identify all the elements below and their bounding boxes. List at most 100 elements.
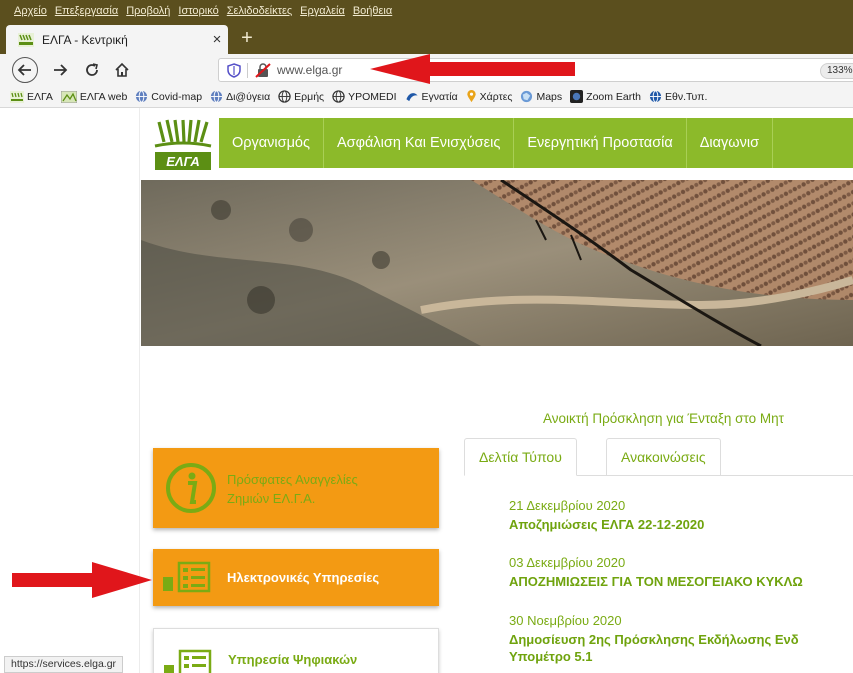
bookmark-label: Zoom Earth: [586, 90, 642, 103]
recent-damage-reports-card[interactable]: Πρόσφατες Αναγγελίες Ζημιών ΕΛ.Γ.Α.: [153, 448, 439, 528]
bookmark-label: YPOMEDI: [348, 90, 397, 103]
news-tabs: Δελτία Τύπου Ανακοινώσεις: [464, 438, 853, 476]
bookmark-label: Covid-map: [151, 90, 203, 103]
menu-view[interactable]: Προβολή: [126, 5, 170, 17]
forward-arrow-icon: [54, 64, 68, 76]
card-line2: Ζημιών ΕΛ.Γ.Α.: [227, 491, 316, 506]
status-bar-link: https://services.elga.gr: [4, 656, 124, 673]
news-date: 30 Νοεμβρίου 2020: [509, 613, 622, 628]
url-separator: [247, 63, 248, 78]
elga-favicon-icon: [18, 32, 34, 47]
news-headline[interactable]: Αποζημιώσεις ΕΛΓΑ 22-12-2020: [509, 516, 704, 533]
news-item[interactable]: 30 Νοεμβρίου 2020 Δημοσίευση 2ης Πρόσκλη…: [509, 613, 799, 665]
globe-icon: [649, 90, 662, 103]
bookmark-covid-map[interactable]: Covid-map: [135, 90, 202, 103]
tab-press-releases[interactable]: Δελτία Τύπου: [464, 438, 577, 476]
bookmark-diavgeia[interactable]: Δι@ύγεια: [210, 90, 270, 103]
bookmark-ethn-typ[interactable]: Εθν.Τυπ.: [649, 90, 707, 103]
menu-history[interactable]: Ιστορικό: [178, 5, 218, 17]
bookmark-label: Εγνατία: [421, 90, 458, 103]
zoom-level-badge[interactable]: 133%: [820, 63, 853, 79]
announcement-marquee[interactable]: Ανοικτή Πρόσκληση για Ένταξη στο Μητ: [543, 411, 784, 426]
checklist-icon: [164, 649, 212, 673]
url-text[interactable]: www.elga.gr: [277, 63, 342, 77]
bookmark-label: Maps: [536, 90, 563, 103]
news-headline[interactable]: Δημοσίευση 2ης Πρόσκλησης Εκδήλωσης Ενδ: [509, 631, 799, 648]
checklist-icon: [163, 561, 211, 593]
bookmark-ypomedi[interactable]: YPOMEDI: [332, 90, 397, 103]
bookmark-maps[interactable]: Maps: [520, 90, 562, 103]
card-text: Ηλεκτρονικές Υπηρεσίες: [227, 570, 380, 585]
card-text: Πρόσφατες Αναγγελίες Ζημιών ΕΛ.Γ.Α.: [227, 470, 358, 508]
egnatia-icon: [405, 93, 418, 102]
back-button[interactable]: [12, 57, 38, 83]
insecure-lock-icon[interactable]: [255, 63, 271, 78]
main-navigation: Οργανισμός Ασφάλιση Και Ενισχύσεις Ενεργ…: [219, 118, 853, 168]
elga-icon: [10, 90, 24, 103]
bookmark-label: ΕΛΓΑ web: [79, 90, 128, 103]
bookmark-elga[interactable]: ΕΛΓΑ: [10, 90, 53, 103]
home-icon: [115, 62, 129, 77]
globe-icon: [332, 90, 345, 103]
menu-edit[interactable]: Επεξεργασία: [55, 5, 118, 17]
bookmark-label: Χάρτες: [479, 90, 513, 103]
bookmark-label: Δι@ύγεια: [226, 90, 271, 103]
bookmark-egnatia[interactable]: Εγνατία: [405, 90, 458, 103]
tab-title: ΕΛΓΑ - Κεντρική: [42, 32, 128, 47]
card-line1: Πρόσφατες Αναγγελίες: [227, 472, 358, 487]
menu-help[interactable]: Βοήθεια: [353, 5, 392, 17]
tab-close-icon[interactable]: ×: [206, 31, 228, 48]
bookmark-zoom-earth[interactable]: Zoom Earth: [570, 90, 641, 103]
tracking-shield-icon[interactable]: [227, 63, 241, 78]
digital-services-card[interactable]: Υπηρεσία Ψηφιακών: [153, 628, 439, 673]
news-item[interactable]: 03 Δεκεμβρίου 2020 ΑΠΟΖΗΜΙΩΣΕΙΣ ΓΙΑ ΤΟΝ …: [509, 555, 803, 590]
menu-bar: Αρχείο Επεξεργασία Προβολή Ιστορικό Σελι…: [0, 0, 853, 22]
forward-button[interactable]: [48, 58, 72, 82]
bookmark-elga-web[interactable]: ΕΛΓΑ web: [60, 90, 128, 103]
new-tab-button[interactable]: +: [236, 27, 258, 49]
logo-text: ΕΛΓΑ: [166, 154, 200, 169]
bookmark-label: ΕΛΓΑ: [27, 90, 53, 103]
tab-announcements[interactable]: Ανακοινώσεις: [606, 438, 721, 476]
tab-elga[interactable]: ΕΛΓΑ - Κεντρική ×: [6, 25, 228, 54]
hero-landscape-image: [141, 180, 853, 346]
nav-organismos[interactable]: Οργανισμός: [219, 118, 324, 168]
back-arrow-icon: [17, 64, 31, 76]
maps-icon: [521, 90, 533, 103]
globe-icon: [136, 90, 148, 103]
nav-asfalisi[interactable]: Ασφάλιση Και Ενισχύσεις: [324, 118, 515, 168]
browser-window: Αρχείο Επεξεργασία Προβολή Ιστορικό Σελι…: [0, 0, 853, 673]
menu-file[interactable]: Αρχείο: [14, 5, 47, 17]
menu-tools[interactable]: Εργαλεία: [300, 5, 345, 17]
reload-button[interactable]: [80, 58, 104, 82]
card-text: Υπηρεσία Ψηφιακών: [228, 652, 358, 667]
news-date: 03 Δεκεμβρίου 2020: [509, 555, 626, 570]
news-date: 21 Δεκεμβρίου 2020: [509, 498, 626, 513]
elga-logo-icon: ΕΛΓΑ: [154, 119, 212, 170]
zoom-earth-icon: [570, 90, 584, 103]
tab-bar: ΕΛΓΑ - Κεντρική × +: [0, 22, 853, 54]
bookmarks-bar: ΕΛΓΑ ΕΛΓΑ web Covid-map Δι@ύγεια Ερμής Y…: [0, 86, 853, 108]
red-arrow-url-annotation: [370, 54, 575, 84]
home-button[interactable]: [110, 58, 134, 82]
elga-logo[interactable]: ΕΛΓΑ: [153, 116, 213, 172]
bookmark-label: Εθν.Τυπ.: [665, 90, 708, 103]
news-headline-cont[interactable]: Υπομέτρο 5.1: [509, 648, 799, 665]
map-pin-icon: [466, 90, 476, 103]
hero-image: [141, 180, 853, 346]
globe-icon: [211, 90, 223, 103]
menu-bookmarks[interactable]: Σελιδοδείκτες: [227, 5, 292, 17]
news-headline[interactable]: ΑΠΟΖΗΜΙΩΣΕΙΣ ΓΙΑ ΤΟΝ ΜΕΣΟΓΕΙΑΚΟ ΚΥΚΛΩ: [509, 573, 803, 590]
bookmark-label: Ερμής: [294, 90, 325, 103]
electronic-services-card[interactable]: Ηλεκτρονικές Υπηρεσίες: [153, 549, 439, 606]
news-item[interactable]: 21 Δεκεμβρίου 2020 Αποζημιώσεις ΕΛΓΑ 22-…: [509, 498, 704, 533]
elga-page: ΕΛΓΑ Οργανισμός Ασφάλιση Και Ενισχύσεις …: [141, 108, 853, 673]
info-icon: [166, 463, 216, 513]
reload-icon: [86, 63, 98, 76]
globe-icon: [278, 90, 291, 103]
nav-diagonismoi[interactable]: Διαγωνισ: [687, 118, 774, 168]
bookmark-chartes[interactable]: Χάρτες: [466, 90, 513, 103]
elga-web-icon: [60, 90, 77, 103]
bookmark-ermis[interactable]: Ερμής: [278, 90, 324, 103]
nav-energitiki-prostasia[interactable]: Ενεργητική Προστασία: [514, 118, 687, 168]
